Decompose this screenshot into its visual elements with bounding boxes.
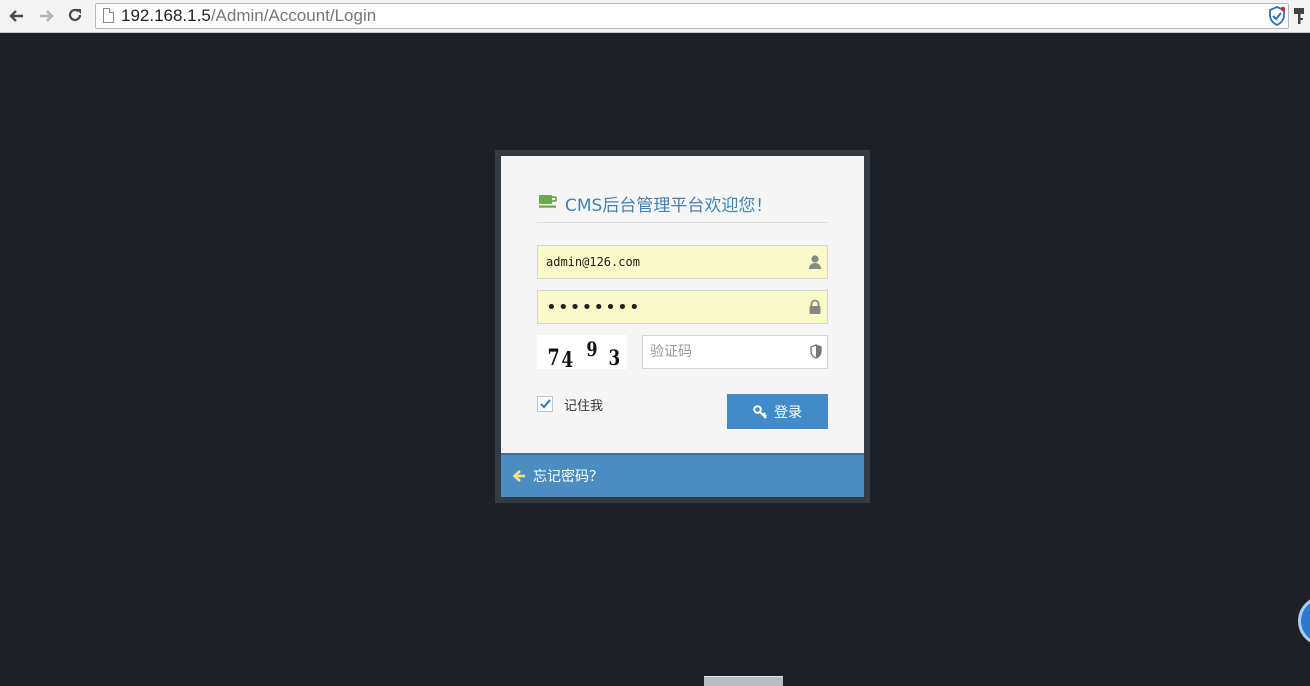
page-title: CMS后台管理平台欢迎您！ (565, 196, 773, 216)
forward-button[interactable] (35, 5, 57, 27)
shield-icon (810, 344, 822, 359)
login-footer: 忘记密码？ (501, 453, 864, 497)
browser-toolbar: 192.168.1.5/Admin/Account/Login (0, 0, 1310, 33)
url-path: /Admin/Account/Login (210, 6, 377, 25)
page-icon (103, 8, 114, 23)
reload-icon (68, 8, 82, 22)
password-input[interactable] (538, 291, 827, 323)
arrow-left-icon (9, 10, 23, 22)
key-icon (753, 404, 767, 419)
remember-label: 记住我 (564, 398, 604, 414)
lock-icon (809, 299, 821, 314)
shield-extension-icon[interactable] (1268, 6, 1286, 26)
captcha-digit: 7 (547, 345, 560, 369)
remember-checkbox[interactable] (537, 396, 553, 412)
forgot-password-label: 忘记密码？ (533, 469, 603, 485)
address-bar[interactable]: 192.168.1.5/Admin/Account/Login (95, 3, 1289, 29)
user-icon (809, 255, 821, 269)
captcha-digit: 9 (586, 337, 598, 361)
login-form: CMS后台管理平台欢迎您！ 7 4 9 3 记住我 (501, 156, 864, 453)
password-field[interactable] (537, 290, 828, 324)
arrow-right-icon (40, 10, 54, 22)
url-host: 192.168.1.5 (121, 6, 211, 25)
taskbar-thumbnail[interactable] (704, 676, 783, 686)
email-input[interactable] (538, 246, 827, 278)
url-text[interactable]: 192.168.1.5/Admin/Account/Login (121, 6, 376, 26)
coffee-cup-icon (539, 195, 557, 208)
captcha-input[interactable] (643, 336, 827, 368)
remember-me[interactable]: 记住我 (537, 395, 604, 414)
captcha-image[interactable]: 7 4 9 3 (537, 335, 627, 369)
login-header: CMS后台管理平台欢迎您！ (537, 192, 828, 223)
captcha-digit: 3 (608, 345, 621, 369)
reload-button[interactable] (64, 5, 86, 27)
email-field[interactable] (537, 245, 828, 279)
login-button-label: 登录 (774, 404, 802, 421)
back-button[interactable] (6, 5, 28, 27)
captcha-digit: 4 (561, 347, 574, 369)
key-extension-icon[interactable] (1292, 6, 1306, 26)
arrow-left-icon (512, 470, 525, 482)
checkmark-icon (539, 399, 551, 409)
floating-widget[interactable] (1298, 596, 1310, 646)
forgot-password-link[interactable]: 忘记密码？ (512, 466, 603, 486)
login-button[interactable]: 登录 (727, 394, 828, 429)
login-box: CMS后台管理平台欢迎您！ 7 4 9 3 记住我 (495, 150, 870, 503)
captcha-field[interactable] (642, 335, 828, 369)
